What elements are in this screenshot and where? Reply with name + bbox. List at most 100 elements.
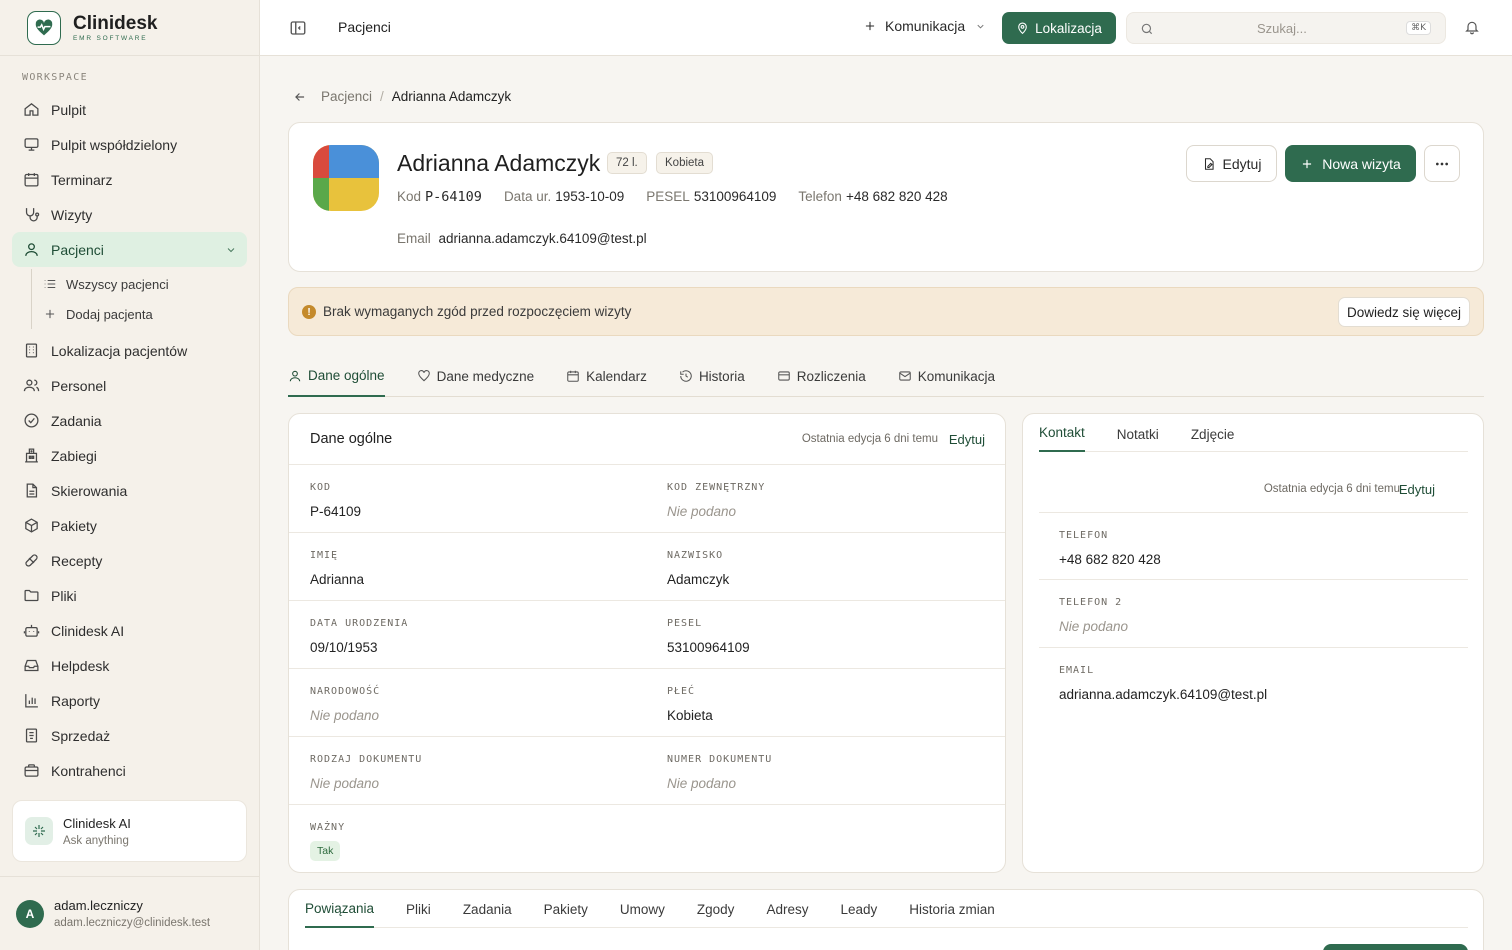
ai-card-title: Clinidesk AI: [63, 815, 131, 831]
relations-action-button[interactable]: [1323, 944, 1468, 950]
field-label: PŁEĆ: [667, 686, 696, 697]
sidebar-item-zabiegi[interactable]: Zabiegi: [12, 438, 247, 473]
breadcrumb-separator: /: [380, 89, 384, 104]
sidebar-item-label: Zabiegi: [51, 447, 97, 464]
arrow-left-icon[interactable]: [293, 90, 307, 104]
more-options-button[interactable]: [1424, 145, 1460, 182]
sidebar-item-wizyty[interactable]: Wizyty: [12, 197, 247, 232]
breadcrumb-parent[interactable]: Pacjenci: [321, 89, 372, 104]
page-title: Pacjenci: [338, 19, 391, 35]
edit-general-link[interactable]: Edytuj: [949, 432, 985, 447]
tab-kontakt[interactable]: Kontakt: [1039, 414, 1085, 452]
field-value: Nie podano: [310, 708, 380, 723]
tab-dane-medyczne[interactable]: Dane medyczne: [417, 356, 534, 396]
tab-zdjecie[interactable]: Zdjęcie: [1191, 414, 1235, 452]
field-value: Nie podano: [310, 776, 380, 791]
communication-menu-button[interactable]: Komunikacja: [863, 18, 986, 34]
sidebar-item-label: Skierowania: [51, 482, 128, 499]
tab-pliki[interactable]: Pliki: [406, 890, 431, 928]
sidebar-item-personel[interactable]: Personel: [12, 368, 247, 403]
breadcrumb-current: Adrianna Adamczyk: [391, 89, 512, 104]
bell-icon[interactable]: [1464, 19, 1480, 35]
tab-label: Kalendarz: [586, 368, 647, 384]
avatar: A: [16, 899, 44, 928]
sidebar-subitem-all-patients[interactable]: Wszyscy pacjenci: [43, 269, 247, 299]
meta-pesel-key: PESEL: [646, 189, 690, 204]
contact-field-email: EMAIL adrianna.adamczyk.64109@test.pl: [1039, 648, 1468, 716]
sidebar-item-label: Kontrahenci: [51, 762, 126, 779]
tab-kalendarz[interactable]: Kalendarz: [566, 356, 647, 396]
field-label: NARODOWOŚĆ: [310, 686, 381, 697]
tab-label: Dane ogólne: [308, 368, 385, 383]
sidebar-item-skierowania[interactable]: Skierowania: [12, 473, 247, 508]
location-button[interactable]: Lokalizacja: [1002, 12, 1116, 44]
sidebar-item-zadania[interactable]: Zadania: [12, 403, 247, 438]
sidebar-item-pacjenci[interactable]: Pacjenci: [12, 232, 247, 267]
sidebar-item-raporty[interactable]: Raporty: [12, 683, 247, 718]
tab-komunikacja[interactable]: Komunikacja: [898, 356, 995, 396]
sidebar-item-recepty[interactable]: Recepty: [12, 543, 247, 578]
user-profile[interactable]: A adam.leczniczy adam.leczniczy@clinides…: [0, 876, 259, 950]
tab-notatki[interactable]: Notatki: [1117, 414, 1159, 452]
home-icon: [24, 103, 39, 116]
meta-pesel-value: 53100964109: [693, 189, 777, 204]
tab-umowy[interactable]: Umowy: [620, 890, 665, 928]
edit-contact-link[interactable]: Edytuj: [1399, 482, 1435, 497]
new-visit-button[interactable]: Nowa wizyta: [1285, 145, 1416, 182]
email-value: adrianna.adamczyk.64109@test.pl: [438, 231, 647, 246]
app-name: Clinidesk: [73, 12, 158, 34]
contact-card: Kontakt Notatki Zdjęcie Ostatnia edycja …: [1022, 413, 1484, 873]
patient-meta: Kod P-64109 Data ur. 1953-10-09 PESEL 53…: [397, 189, 970, 205]
sidebar-item-sprzedaz[interactable]: Sprzedaż: [12, 718, 247, 753]
alert-text: Brak wymaganych zgód przed rozpoczęciem …: [323, 304, 632, 319]
sidebar-item-terminarz[interactable]: Terminarz: [12, 162, 247, 197]
search-input[interactable]: Szukaj... ⌘K: [1126, 12, 1446, 44]
tab-leady[interactable]: Leady: [840, 890, 877, 928]
sidebar-item-pliki[interactable]: Pliki: [12, 578, 247, 613]
tab-dane-ogolne[interactable]: Dane ogólne: [288, 356, 385, 397]
sidebar-subitem-add-patient[interactable]: Dodaj pacjenta: [43, 299, 247, 329]
sidebar: Clinidesk EMR SOFTWARE WORKSPACE Pulpit …: [0, 0, 260, 950]
field-label: IMIĘ: [310, 550, 339, 561]
field-value: Kobieta: [667, 708, 713, 723]
tab-adresy[interactable]: Adresy: [766, 890, 808, 928]
field-label: KOD ZEWNĘTRZNY: [667, 482, 766, 493]
sidebar-item-clinidesk-ai[interactable]: Clinidesk AI: [12, 613, 247, 648]
sidebar-item-pakiety[interactable]: Pakiety: [12, 508, 247, 543]
sidebar-item-label: Clinidesk AI: [51, 622, 125, 639]
general-data-header: Dane ogólne Ostatnia edycja 6 dni temu E…: [289, 414, 1005, 465]
patients-subnav: Wszyscy pacjenci Dodaj pacjenta: [31, 269, 247, 329]
user-icon: [289, 370, 301, 381]
tab-rozliczenia[interactable]: Rozliczenia: [777, 356, 866, 396]
credit-card-icon: [777, 371, 790, 381]
sidebar-item-lokalizacja-pacjentow[interactable]: Lokalizacja pacjentów: [12, 333, 247, 368]
meta-code-key: Kod: [397, 189, 422, 204]
breadcrumb: Pacjenci / Adrianna Adamczyk: [293, 89, 511, 104]
tab-historia-zmian[interactable]: Historia zmian: [909, 890, 995, 928]
ai-assistant-card[interactable]: Clinidesk AI Ask anything: [12, 800, 247, 862]
field-row: RODZAJ DOKUMENTU Nie podano NUMER DOKUME…: [289, 737, 1005, 805]
tab-historia[interactable]: Historia: [679, 356, 745, 396]
tab-zadania[interactable]: Zadania: [463, 890, 512, 928]
field-label: TELEFON 2: [1059, 597, 1123, 608]
sidebar-item-pulpit-wspoldzielony[interactable]: Pulpit współdzielony: [12, 127, 247, 162]
learn-more-button[interactable]: Dowiedz się więcej: [1337, 297, 1470, 327]
sidebar-item-label: Pulpit współdzielony: [51, 136, 178, 153]
sidebar-toggle-icon[interactable]: [289, 19, 307, 37]
field-value: adrianna.adamczyk.64109@test.pl: [1059, 687, 1268, 702]
tab-zgody[interactable]: Zgody: [697, 890, 735, 928]
tab-pakiety[interactable]: Pakiety: [544, 890, 588, 928]
history-icon: [680, 370, 692, 382]
plus-icon: [865, 21, 875, 31]
sidebar-item-pulpit[interactable]: Pulpit: [12, 92, 247, 127]
age-badge: 72 l.: [607, 152, 647, 174]
calendar-icon: [567, 370, 579, 382]
sidebar-item-kontrahenci[interactable]: Kontrahenci: [12, 753, 247, 788]
tab-powiazania[interactable]: Powiązania: [305, 890, 375, 928]
edit-patient-button[interactable]: Edytuj: [1186, 145, 1277, 182]
field-value: 53100964109: [667, 640, 750, 655]
sidebar-item-helpdesk[interactable]: Helpdesk: [12, 648, 247, 683]
chevron-down-icon[interactable]: [225, 244, 237, 256]
logo[interactable]: Clinidesk EMR SOFTWARE: [0, 0, 259, 56]
users-icon: [23, 379, 40, 392]
